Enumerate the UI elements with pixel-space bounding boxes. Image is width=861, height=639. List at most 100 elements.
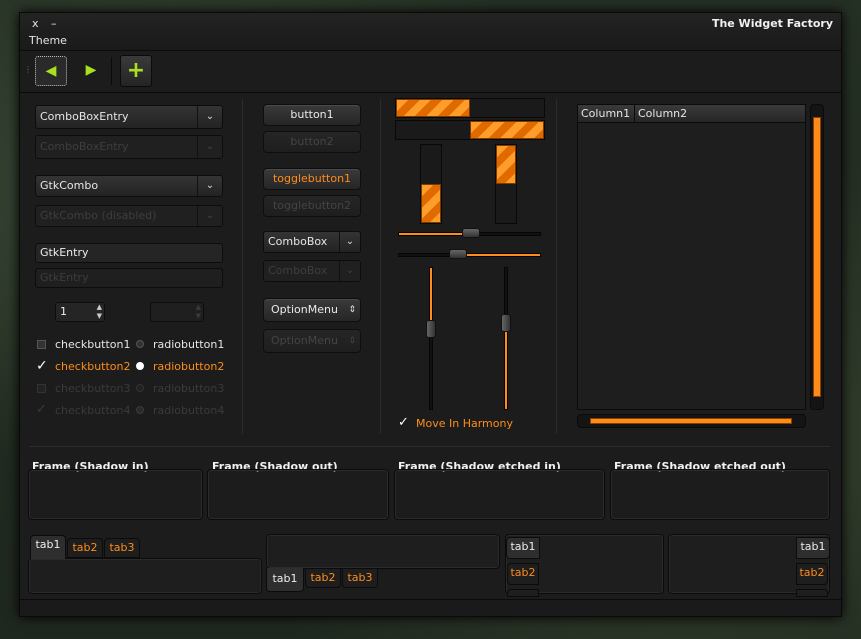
spinbutton-disabled: ▲ ▼	[150, 302, 204, 322]
chevron-down-icon[interactable]: ⌄	[197, 176, 222, 196]
optionmenu-text: OptionMenu	[271, 303, 338, 316]
tab2-top[interactable]: tab2	[67, 538, 103, 558]
chevron-down-icon: ⌄	[197, 136, 222, 158]
close-button[interactable]: x	[32, 17, 39, 30]
combobox[interactable]: ComboBox ⌄	[263, 231, 361, 253]
vscale-2[interactable]	[504, 267, 508, 410]
gtkentry[interactable]: GtkEntry	[35, 243, 223, 263]
column-divider	[634, 105, 635, 123]
arrow-right-icon: ▶	[85, 62, 97, 78]
minimize-button[interactable]: –	[51, 17, 57, 30]
comboboxentry-disabled-text: ComboBoxEntry	[40, 140, 129, 153]
tab2-right[interactable]: tab2	[796, 563, 828, 585]
add-button[interactable]: +	[120, 55, 152, 87]
checkbutton3-box	[37, 384, 46, 393]
status-bar	[20, 599, 841, 616]
hscale-fill	[399, 233, 473, 235]
horizontal-separator	[29, 446, 830, 447]
tab3-right[interactable]: tab3	[796, 589, 828, 597]
frame-shadow-in	[28, 469, 203, 520]
gtkcombo-text: GtkCombo	[40, 179, 99, 192]
check-mark-icon[interactable]: ✓	[36, 358, 48, 374]
radiobutton4-label: radiobutton4	[153, 404, 225, 417]
togglebutton2: togglebutton2	[263, 195, 361, 217]
frame-etched-in	[394, 469, 605, 520]
updown-icon: ⇕	[348, 305, 356, 315]
radiobutton4-dot	[136, 406, 144, 414]
scrollbar-thumb[interactable]	[590, 418, 792, 424]
spin-arrows-icon: ▲ ▼	[195, 303, 201, 320]
comboboxentry[interactable]: ComboBoxEntry ⌄	[35, 105, 223, 129]
tab3-top[interactable]: tab3	[104, 538, 140, 558]
optionmenu-disabled-text: OptionMenu	[271, 334, 338, 347]
vscale-1[interactable]	[429, 267, 433, 410]
tab1-bottom[interactable]: tab1	[266, 568, 304, 592]
spin-arrows-icon[interactable]: ▲ ▼	[97, 303, 102, 321]
tab3-bottom[interactable]: tab3	[342, 568, 378, 588]
combobox-disabled-text: ComboBox	[268, 264, 328, 277]
tab2-left[interactable]: tab2	[507, 563, 539, 585]
separator	[380, 99, 381, 434]
toolbar: ⋮ ◀ ▶ +	[20, 51, 841, 93]
tab1-left[interactable]: tab1	[506, 537, 540, 559]
chevron-down-icon[interactable]: ⌄	[339, 232, 360, 252]
toolbar-grip-icon[interactable]: ⋮	[24, 65, 32, 74]
progressbar-fill	[496, 145, 516, 184]
vertical-scrollbar[interactable]	[810, 104, 824, 410]
checkbutton1-box[interactable]	[37, 340, 46, 349]
frame-shadow-out	[207, 469, 389, 520]
tab2-bottom[interactable]: tab2	[305, 568, 341, 588]
spinbutton-value: 1	[60, 305, 67, 318]
main-window: x – The Widget Factory Theme ⋮ ◀ ▶ + Com…	[19, 12, 842, 617]
notebook-bottom-panel	[266, 534, 500, 569]
tab1-top[interactable]: tab1	[30, 535, 66, 559]
gtkcombo[interactable]: GtkCombo ⌄	[35, 175, 223, 197]
spinbutton[interactable]: 1 ▲ ▼	[55, 302, 105, 322]
button1[interactable]: button1	[263, 104, 361, 126]
treeview-header: Column1 Column2	[578, 105, 805, 123]
hscale-knob[interactable]	[462, 228, 481, 238]
chevron-down-icon: ⌄	[197, 206, 222, 226]
togglebutton1[interactable]: togglebutton1	[263, 168, 361, 190]
hscale-fill	[454, 254, 540, 256]
checkbutton1-label[interactable]: checkbutton1	[55, 338, 131, 351]
toolbar-separator	[111, 57, 112, 85]
comboboxentry-disabled: ComboBoxEntry ⌄	[35, 135, 223, 159]
radiobutton2-dot[interactable]	[136, 362, 144, 370]
optionmenu[interactable]: OptionMenu ⇕	[263, 298, 361, 322]
vscale-knob[interactable]	[501, 314, 511, 333]
hscale-2[interactable]	[398, 253, 541, 257]
radiobutton1-label[interactable]: radiobutton1	[153, 338, 224, 351]
column2-header[interactable]: Column2	[638, 107, 687, 120]
radiobutton3-dot	[136, 384, 144, 392]
treeview[interactable]: Column1 Column2	[577, 104, 806, 410]
combobox-disabled: ComboBox ⌄	[263, 260, 361, 282]
checkbutton2-label[interactable]: checkbutton2	[55, 360, 131, 373]
notebook-top-panel	[28, 558, 262, 594]
move-in-harmony-label[interactable]: Move In Harmony	[416, 417, 513, 430]
scrollbar-thumb[interactable]	[813, 117, 821, 397]
radiobutton1-dot[interactable]	[136, 340, 144, 348]
check-mark-icon[interactable]: ✓	[398, 415, 409, 430]
radiobutton3-label: radiobutton3	[153, 382, 225, 395]
tab3-left[interactable]: tab3	[507, 589, 539, 597]
checkbutton4-label: checkbutton4	[55, 404, 131, 417]
column1-header[interactable]: Column1	[581, 107, 630, 120]
vscale-knob[interactable]	[426, 320, 436, 339]
horizontal-scrollbar[interactable]	[577, 414, 806, 428]
updown-icon: ⇕	[348, 336, 356, 346]
tab1-right[interactable]: tab1	[796, 537, 830, 559]
back-button[interactable]: ◀	[35, 56, 67, 86]
forward-button[interactable]: ▶	[75, 56, 107, 86]
progressbar-vertical-2	[495, 144, 517, 224]
hscale-knob[interactable]	[449, 249, 468, 259]
gtkcombo-disabled-text: GtkCombo (disabled)	[40, 209, 157, 222]
radiobutton2-label[interactable]: radiobutton2	[153, 360, 224, 373]
separator	[242, 99, 243, 434]
progressbar-horizontal-1	[395, 98, 545, 118]
check-mark-icon: ✓	[36, 402, 47, 417]
title-bar: x – The Widget Factory Theme	[20, 13, 841, 51]
chevron-down-icon[interactable]: ⌄	[197, 106, 222, 128]
menu-theme[interactable]: Theme	[29, 34, 67, 47]
optionmenu-disabled: OptionMenu ⇕	[263, 329, 361, 353]
